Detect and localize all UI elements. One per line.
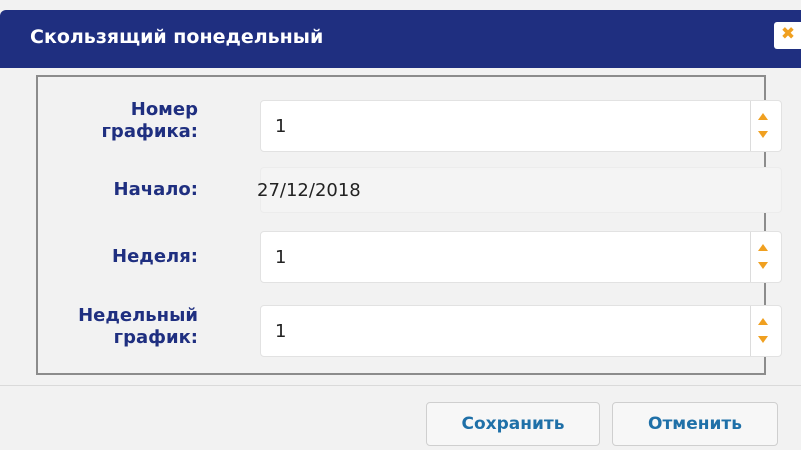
weekly-schedule-label-line2: график:	[113, 327, 198, 348]
schedule-number-spinner[interactable]	[750, 101, 775, 151]
weekly-schedule-spinner[interactable]	[750, 306, 775, 356]
schedule-number-field[interactable]: 1	[260, 100, 782, 152]
dialog-titlebar: Скользящий понедельный	[0, 10, 801, 68]
spinner-down-icon[interactable]	[758, 336, 768, 343]
spinner-up-icon[interactable]	[758, 244, 768, 251]
schedule-number-value: 1	[275, 116, 287, 137]
start-date-value: 27/12/2018	[257, 180, 361, 201]
schedule-number-label: Номер графика:	[98, 99, 198, 143]
cancel-button[interactable]: Отменить	[612, 402, 778, 446]
schedule-number-label-line2: графика:	[101, 121, 198, 142]
start-date-field: 27/12/2018	[257, 167, 782, 213]
spinner-up-icon[interactable]	[758, 318, 768, 325]
weekly-schedule-label-line1: Недельный	[78, 305, 198, 326]
spinner-down-icon[interactable]	[758, 131, 768, 138]
save-button[interactable]: Сохранить	[426, 402, 600, 446]
close-button[interactable]: ✖	[774, 22, 801, 49]
weekly-schedule-value: 1	[275, 321, 287, 342]
spinner-down-icon[interactable]	[758, 262, 768, 269]
week-label: Неделя:	[112, 246, 198, 267]
schedule-number-label-line1: Номер	[130, 99, 198, 120]
close-icon: ✖	[780, 24, 796, 44]
form-panel: Номер графика: 1 Начало: 27/12/2018 Неде…	[36, 75, 782, 375]
week-value: 1	[275, 247, 287, 268]
spinner-up-icon[interactable]	[758, 113, 768, 120]
dialog-title: Скользящий понедельный	[30, 26, 324, 48]
start-label: Начало:	[113, 179, 198, 200]
weekly-schedule-label: Недельный график:	[58, 305, 198, 349]
week-spinner[interactable]	[750, 232, 775, 282]
footer-separator	[0, 385, 801, 386]
weekly-schedule-field[interactable]: 1	[260, 305, 782, 357]
week-field[interactable]: 1	[260, 231, 782, 283]
